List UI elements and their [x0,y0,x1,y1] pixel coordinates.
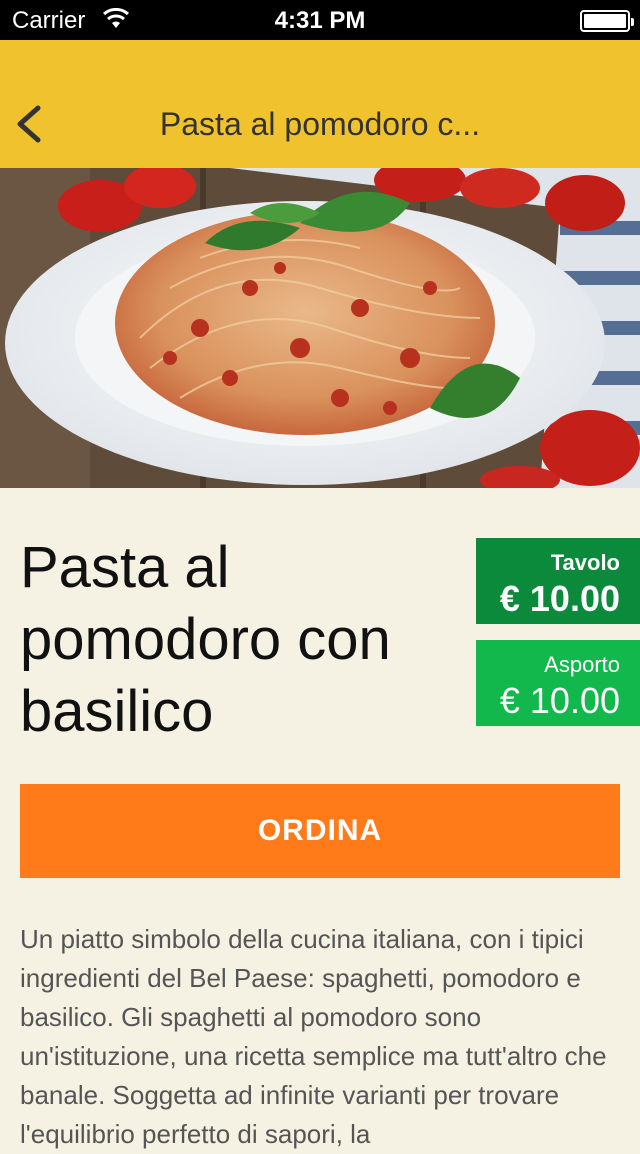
pasta-plate-illustration [0,168,640,488]
dish-title: Pasta al pomodoro con basilico [20,535,391,744]
navigation-bar: Pasta al pomodoro c... [0,40,640,168]
price-table-box: Tavolo € 10.00 [476,538,640,624]
price-table-label: Tavolo [550,550,620,575]
dish-description: Un piatto simbolo della cucina italiana,… [20,924,607,1149]
battery-icon [580,10,634,32]
price-takeaway-label: Asporto [544,652,620,677]
dish-photo [0,168,640,488]
price-takeaway-value: € 10.00 [499,680,620,721]
price-table-value: € 10.00 [499,578,620,619]
nav-title: Pasta al pomodoro c... [159,106,481,142]
order-button[interactable]: ORDINA [20,784,620,878]
chevron-left-icon[interactable] [8,96,52,152]
price-takeaway-box: Asporto € 10.00 [476,640,640,726]
status-bar: Carrier 4:31 PM [0,0,640,40]
clock: 4:31 PM [274,7,366,34]
